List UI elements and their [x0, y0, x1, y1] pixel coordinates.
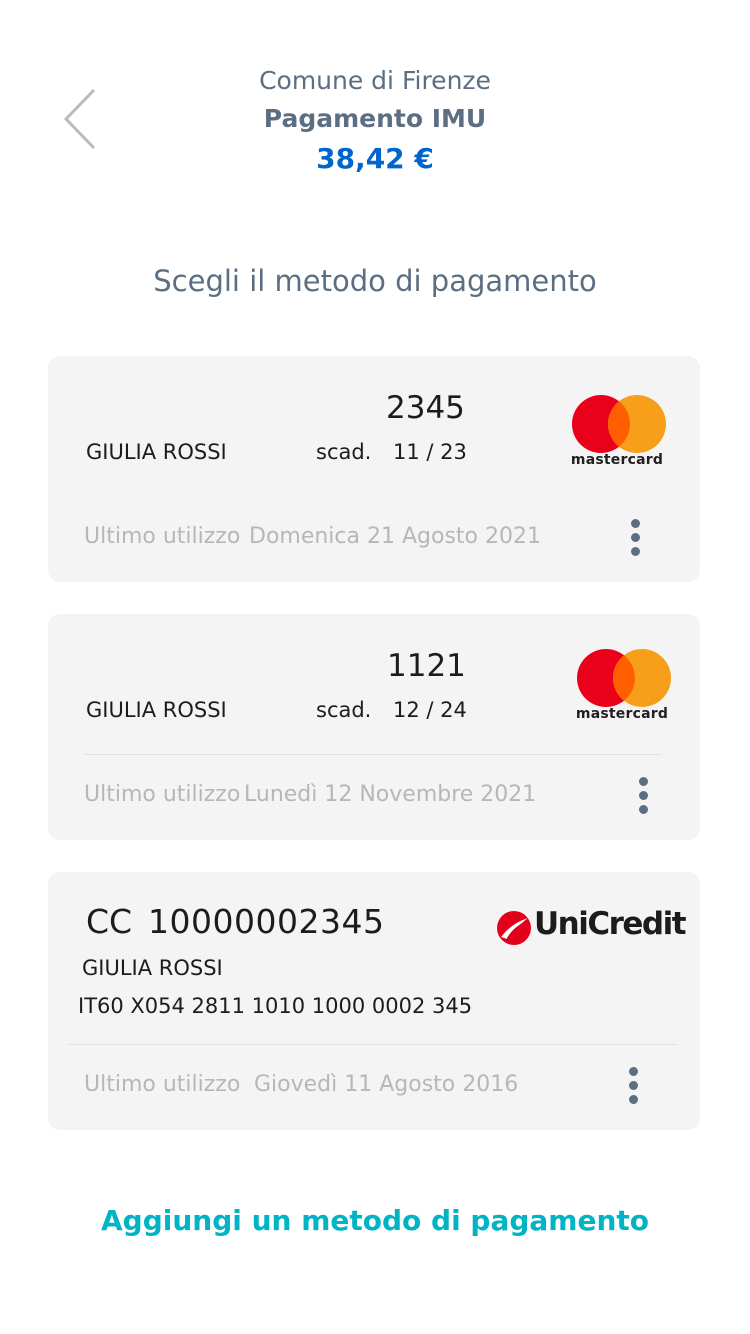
last-use-label: Ultimo utilizzo [84, 1072, 241, 1097]
more-vertical-icon [629, 1067, 638, 1076]
last-use-label: Ultimo utilizzo [84, 782, 241, 807]
iban: IT60 X054 2811 1010 1000 0002 345 [78, 994, 473, 1018]
more-options-button[interactable] [632, 774, 656, 818]
unicredit-wordmark: UniCredit [534, 906, 687, 942]
card-divider [68, 1044, 678, 1045]
more-vertical-icon [639, 777, 648, 786]
expiry-label: scad. [316, 698, 372, 722]
card-last-digits: 2345 [386, 390, 465, 426]
last-use-date: Giovedì 11 Agosto 2016 [254, 1072, 519, 1097]
mastercard-logo: mastercard [572, 648, 672, 728]
unicredit-logo: UniCredit [496, 906, 687, 948]
payment-method-card[interactable]: 1121 GIULIA ROSSI scad. 12 / 24 masterca… [48, 614, 700, 840]
payment-amount: 38,42 € [316, 142, 434, 175]
last-use-label: Ultimo utilizzo [84, 524, 241, 549]
more-options-button[interactable] [624, 516, 648, 560]
payment-title: Pagamento IMU [263, 104, 487, 133]
last-use-date: Domenica 21 Agosto 2021 [249, 524, 541, 549]
card-divider [84, 754, 662, 755]
card-holder: GIULIA ROSSI [86, 440, 227, 464]
more-vertical-icon [631, 519, 640, 528]
card-holder: GIULIA ROSSI [86, 698, 227, 722]
payment-method-card[interactable]: CC 10000002345 GIULIA ROSSI IT60 X054 28… [48, 872, 700, 1130]
expiry-label: scad. [316, 440, 372, 464]
payee-name: Comune di Firenze [259, 66, 491, 95]
add-payment-method-link[interactable]: Aggiungi un metodo di pagamento [0, 1204, 750, 1237]
more-options-button[interactable] [622, 1064, 646, 1108]
mastercard-logo: mastercard [567, 394, 667, 474]
expiry-date: 12 / 24 [393, 698, 467, 722]
card-last-digits: 1121 [387, 648, 466, 684]
mastercard-wordmark: mastercard [570, 452, 664, 468]
account-prefix: CC [86, 902, 133, 941]
expiry-date: 11 / 23 [393, 440, 467, 464]
payment-method-card[interactable]: 2345 GIULIA ROSSI scad. 11 / 23 masterca… [48, 356, 700, 582]
mastercard-wordmark: mastercard [575, 706, 669, 722]
account-holder: GIULIA ROSSI [82, 956, 223, 980]
account-number: 10000002345 [148, 902, 385, 941]
last-use-date: Lunedì 12 Novembre 2021 [244, 782, 537, 807]
section-title: Scegli il metodo di pagamento [153, 264, 597, 298]
